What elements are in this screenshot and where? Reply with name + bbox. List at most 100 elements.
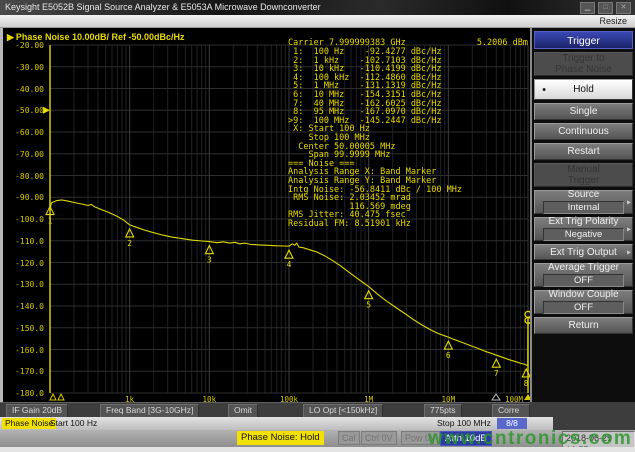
y-axis-label: -60.00: [0, 128, 44, 137]
menu-button-source[interactable]: SourceInternal▸: [534, 190, 633, 214]
y-axis-label: -90.00: [0, 193, 44, 202]
menu-button-ext-trig-output[interactable]: Ext Trig Output▸: [534, 244, 633, 260]
application-window: Keysight E5052B Signal Source Analyzer &…: [0, 0, 635, 452]
menu-button-label: Window Couple: [535, 289, 632, 300]
y-axis-label: -100.0: [0, 215, 44, 224]
ctrl-voltage-indicator: Ctrl 0V: [361, 431, 397, 445]
status-segment-freq-band-3g-10ghz-: Freq Band [3G-10GHz]: [100, 404, 199, 418]
phase-noise-graph: 123456781k10k100k1M10M100M -20.00-30.00-…: [0, 28, 530, 402]
softkey-menu-panel: Trigger Trigger to Phase Noise ●Hold Singl…: [530, 28, 635, 402]
watermark-text: www.cntronics.com: [428, 428, 632, 450]
marker-noise-readout: 1: 100 Hz -92.4277 dBc/Hz 2: 1 kHz -102.…: [288, 48, 462, 228]
window-left-border: [0, 28, 3, 402]
y-axis-label: -40.00: [0, 85, 44, 94]
marker-5-label: 5: [366, 301, 371, 310]
menu-button-label: Single: [535, 106, 632, 117]
hardware-status-bar: IF Gain 20dB Freq Band [3G-10GHz] Omit LO O…: [0, 402, 530, 417]
menu-button-value: OFF: [543, 274, 624, 287]
resize-menu-item[interactable]: Resize: [599, 15, 627, 28]
marker-2-label: 2: [127, 239, 132, 248]
menu-button-manual-trigger: Manual Trigger: [534, 163, 633, 187]
submenu-arrow-icon: ▸: [627, 198, 631, 207]
submenu-arrow-icon: ▸: [627, 248, 631, 257]
x-axis-label: 100M: [505, 395, 524, 402]
menu-button-single[interactable]: Single: [534, 103, 633, 120]
marker-4-label: 4: [287, 260, 292, 269]
marker-6-label: 6: [446, 351, 451, 360]
window-title-bar: Keysight E5052B Signal Source Analyzer &…: [0, 0, 635, 15]
menu-button-value: Internal: [543, 201, 624, 214]
band-marker-start-icon: [50, 394, 56, 400]
y-axis-label: -160.0: [0, 346, 44, 355]
y-axis-label: -150.0: [0, 324, 44, 333]
marker-1-label: 1: [48, 217, 53, 226]
y-axis-label: -130.0: [0, 280, 44, 289]
maximize-button[interactable]: □: [598, 2, 613, 14]
status-segment-if-gain-20db: IF Gain 20dB: [6, 404, 68, 418]
window-title: Keysight E5052B Signal Source Analyzer &…: [5, 2, 321, 12]
trace-scale-label: ▶Phase Noise 10.00dB/ Ref -50.00dBc/Hz: [7, 32, 185, 43]
markers: 1 2 3 4 5 6 7 8: [46, 207, 530, 388]
menu-button-window-couple[interactable]: Window CoupleOFF: [534, 290, 633, 314]
band-marker-start-icon: [58, 394, 64, 400]
start-frequency-label: Start 100 Hz: [50, 418, 97, 429]
menu-button-average-trigger[interactable]: Average TriggerOFF: [534, 263, 633, 287]
y-axis-label: -120.0: [0, 259, 44, 268]
menu-button-value: Negative: [543, 228, 624, 241]
menu-header-trigger: Trigger: [534, 31, 633, 49]
y-axis-label: -110.0: [0, 237, 44, 246]
status-segment-lo-opt-150khz-: LO Opt [<150kHz]: [303, 404, 383, 418]
status-segment-omit: Omit: [228, 404, 258, 418]
menu-button-label: Continuous: [535, 126, 632, 137]
y-axis-label: -170.0: [0, 367, 44, 376]
menu-button-continuous[interactable]: Continuous: [534, 123, 633, 140]
menu-button-label: Return: [535, 320, 632, 331]
menu-button-label: Source: [535, 189, 632, 200]
x-axis-label: 10k: [203, 395, 217, 402]
y-axis-label: -180.0: [0, 389, 44, 398]
menu-button-label: Restart: [535, 146, 632, 157]
menu-button-label: Ext Trig Output: [535, 247, 632, 258]
menu-button-ext-trig-polarity[interactable]: Ext Trig PolarityNegative▸: [534, 217, 633, 241]
main-area: 123456781k10k100k1M10M100M -20.00-30.00-…: [0, 28, 635, 402]
status-segment-corre-32: Corre 32: [492, 404, 530, 418]
menu-bar: Resize: [0, 15, 635, 28]
menu-button-value: OFF: [543, 301, 624, 314]
menu-button-return[interactable]: Return: [534, 317, 633, 334]
minimize-button[interactable]: ▁: [580, 2, 595, 14]
close-button[interactable]: ✕: [616, 2, 631, 14]
y-axis-label: -30.00: [0, 63, 44, 72]
y-axis-label: -80.00: [0, 172, 44, 181]
x-axis-label: 1k: [125, 395, 135, 402]
status-segment-775pts: 775pts: [424, 404, 462, 418]
y-axis-label: -50.00: [0, 106, 44, 115]
marker-3-label: 3: [207, 256, 212, 265]
menu-button-label: Ext Trig Polarity: [535, 216, 632, 227]
menu-button-label: Average Trigger: [535, 262, 632, 273]
marker-7-label: 7: [494, 369, 499, 378]
selected-bullet-icon: ●: [542, 86, 546, 93]
trigger-state-badge: Phase Noise: Hold: [237, 431, 324, 445]
submenu-arrow-icon: ▸: [627, 225, 631, 234]
cal-indicator: Cal: [338, 431, 360, 445]
menu-button-label: Manual Trigger: [535, 164, 632, 186]
menu-button-restart[interactable]: Restart: [534, 143, 633, 160]
menu-button-trigger-to-phase-noise: Trigger to Phase Noise: [534, 52, 633, 76]
x-axis-label: 1M: [364, 395, 374, 402]
menu-button-label: Trigger to Phase Noise: [535, 53, 632, 75]
x-axis-label: 100k: [280, 395, 299, 402]
menu-button-stack: Trigger to Phase Noise ●Hold Single Continu…: [532, 52, 635, 334]
marker-8-label: 8: [524, 379, 529, 388]
window-controls: ▁ □ ✕: [580, 2, 631, 14]
y-axis-label: -70.00: [0, 150, 44, 159]
x-axis-label: 10M: [442, 395, 456, 402]
reference-level-arrow-icon: [43, 107, 50, 114]
marker-8-symbol[interactable]: [522, 369, 530, 377]
band-marker-boundary-icon: [492, 394, 500, 400]
carrier-power: 5.2006 dBm: [477, 38, 528, 48]
menu-button-label: Hold: [535, 84, 632, 95]
y-axis-label: -140.0: [0, 302, 44, 311]
trace-indicator-icon: ▶: [7, 32, 14, 42]
menu-button-hold[interactable]: ●Hold: [534, 79, 633, 100]
mode-badge: Phase Noise: [2, 418, 56, 429]
